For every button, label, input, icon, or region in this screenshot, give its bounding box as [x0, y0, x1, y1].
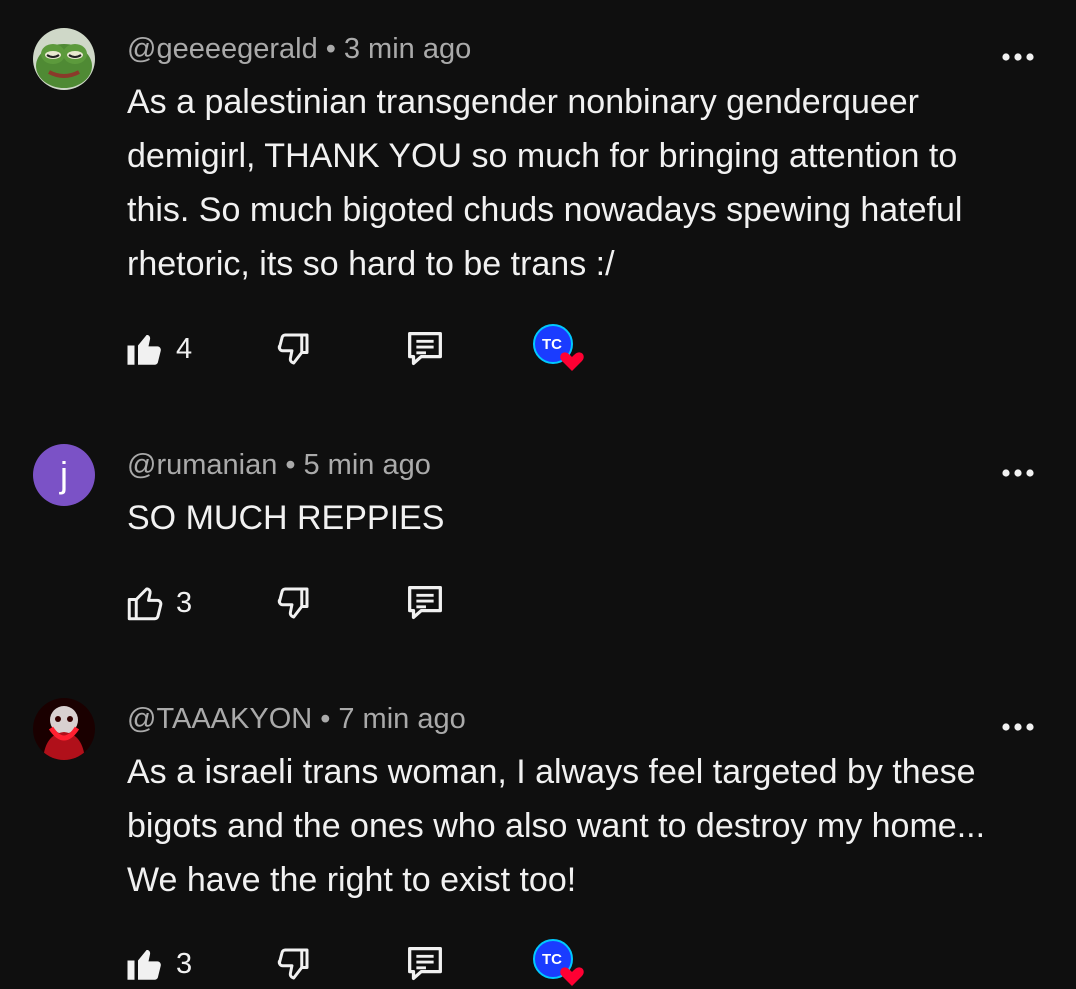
comment-text: SO MUCH REPPIES [127, 499, 445, 537]
avatar[interactable] [33, 698, 95, 760]
reply-button[interactable] [402, 940, 448, 988]
red-figure-avatar-icon [33, 698, 95, 760]
avatar[interactable]: j [33, 444, 95, 506]
thumbs-up-filled-icon [127, 335, 161, 365]
reply-comment-icon [408, 332, 442, 366]
comment-actions: 3 TC [124, 939, 624, 988]
comment-actions: 4 TC [124, 324, 624, 373]
reply-button[interactable] [402, 579, 448, 627]
meta-separator: • [285, 449, 296, 481]
like-count: 3 [176, 586, 193, 619]
comment-author[interactable]: @TAAAKYON [127, 703, 312, 735]
creator-heart: TC [531, 324, 587, 373]
comment-time[interactable]: 3 min ago [344, 33, 471, 65]
more-vert-icon [1002, 469, 1034, 477]
reply-button[interactable] [402, 325, 448, 373]
thumbs-down-icon [277, 333, 309, 365]
more-options-button[interactable] [998, 712, 1038, 742]
comment-meta: @geeeegerald • 3 min ago [127, 32, 471, 66]
reply-comment-icon [408, 947, 442, 981]
dislike-button[interactable] [272, 940, 314, 988]
comment-author[interactable]: @geeeegerald [127, 33, 318, 65]
more-options-button[interactable] [998, 42, 1038, 72]
creator-heart: TC [531, 939, 587, 988]
thumbs-up-filled-icon [127, 950, 161, 980]
creator-heart-icon: TC [533, 939, 584, 986]
creator-heart-icon: TC [533, 324, 584, 371]
more-options-button[interactable] [998, 458, 1038, 488]
more-vert-icon [1002, 53, 1034, 61]
like-button[interactable]: 3 [124, 940, 192, 988]
comment-text: As a palestinian transgender nonbinary g… [127, 83, 963, 283]
like-button[interactable]: 3 [124, 579, 192, 627]
comment-actions: 3 [124, 579, 624, 627]
dislike-button[interactable] [272, 325, 314, 373]
like-count: 3 [176, 947, 193, 980]
dislike-button[interactable] [272, 579, 314, 627]
comment-time[interactable]: 7 min ago [338, 703, 465, 735]
frog-avatar-icon [33, 28, 95, 90]
avatar[interactable] [33, 28, 95, 90]
meta-separator: • [320, 703, 331, 735]
thumbs-down-icon [277, 587, 309, 619]
meta-separator: • [325, 33, 336, 65]
comment-time[interactable]: 5 min ago [304, 449, 431, 481]
like-button[interactable]: 4 [124, 325, 192, 373]
thumbs-down-icon [277, 948, 309, 980]
like-count: 4 [176, 332, 193, 365]
more-vert-icon [1002, 723, 1034, 731]
avatar-letter: j [60, 454, 68, 495]
thumbs-up-icon [127, 587, 163, 621]
comment-meta: @rumanian • 5 min ago [127, 448, 431, 482]
comment-meta: @TAAAKYON • 7 min ago [127, 702, 466, 736]
comment-text: As a israeli trans woman, I always feel … [127, 753, 986, 899]
comment-author[interactable]: @rumanian [127, 449, 277, 481]
reply-comment-icon [408, 586, 442, 620]
svg-text:TC: TC [542, 951, 562, 968]
svg-text:TC: TC [542, 336, 562, 353]
